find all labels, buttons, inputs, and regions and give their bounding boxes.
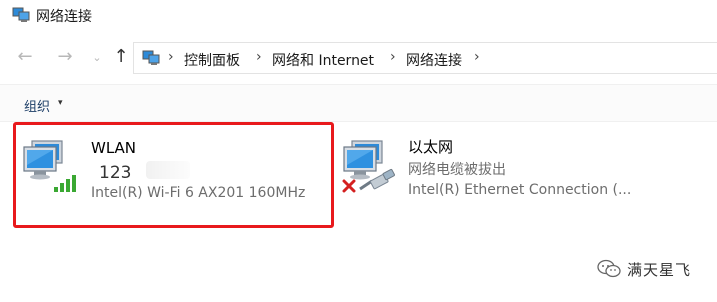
address-bar[interactable]: › 控制面板 › 网络和 Internet › 网络连接 › [133, 42, 717, 74]
chevron-down-icon[interactable]: ⌄ [86, 47, 108, 69]
redacted-text [146, 161, 190, 179]
connection-status: 网络电缆被拔出 [408, 162, 506, 178]
breadcrumb-separator[interactable]: › [390, 49, 396, 65]
breadcrumb-network-connections[interactable]: 网络连接 [406, 50, 462, 70]
control-panel-icon [142, 50, 160, 65]
arrow-left-icon[interactable]: ← [14, 46, 36, 68]
wechat-icon [597, 259, 621, 278]
command-bar: 组织 ▾ [0, 84, 717, 122]
connection-description: Intel(R) Wi-Fi 6 AX201 160MHz [91, 185, 306, 201]
network-connections-icon [12, 7, 30, 22]
watermark-text: 满天星飞 [627, 261, 692, 279]
connection-name: WLAN [91, 139, 137, 157]
breadcrumb-network-internet[interactable]: 网络和 Internet [272, 50, 374, 70]
breadcrumb-control-panel[interactable]: 控制面板 [184, 50, 240, 70]
connection-description: Intel(R) Ethernet Connection (... [408, 182, 632, 198]
organize-menu-button[interactable]: 组织 [24, 96, 50, 115]
title-bar: 网络连接 [0, 0, 717, 32]
arrow-up-icon[interactable]: ↑ [110, 46, 132, 68]
wifi-connected-icon [23, 140, 76, 192]
breadcrumb-separator[interactable]: › [256, 49, 262, 65]
connection-item-ethernet[interactable]: 以太网 网络电缆被拔出 Intel(R) Ethernet Connection… [340, 122, 717, 228]
connections-list: WLAN 123 Intel(R) Wi-Fi 6 AX201 160MHz 以… [0, 122, 717, 302]
ethernet-disconnected-icon [342, 140, 395, 193]
chevron-down-icon[interactable]: ▾ [58, 98, 63, 108]
breadcrumb-separator[interactable]: › [474, 49, 480, 65]
connection-item-wlan[interactable]: WLAN 123 Intel(R) Wi-Fi 6 AX201 160MHz [13, 122, 334, 228]
navigation-bar: ← → ⌄ ↑ › 控制面板 › 网络和 Internet › 网络连接 › [0, 38, 717, 78]
arrow-right-icon[interactable]: → [54, 46, 76, 68]
connection-name: 以太网 [408, 138, 454, 156]
window-title: 网络连接 [36, 9, 92, 25]
connection-status: 123 [99, 163, 132, 183]
breadcrumb-separator[interactable]: › [168, 49, 174, 65]
